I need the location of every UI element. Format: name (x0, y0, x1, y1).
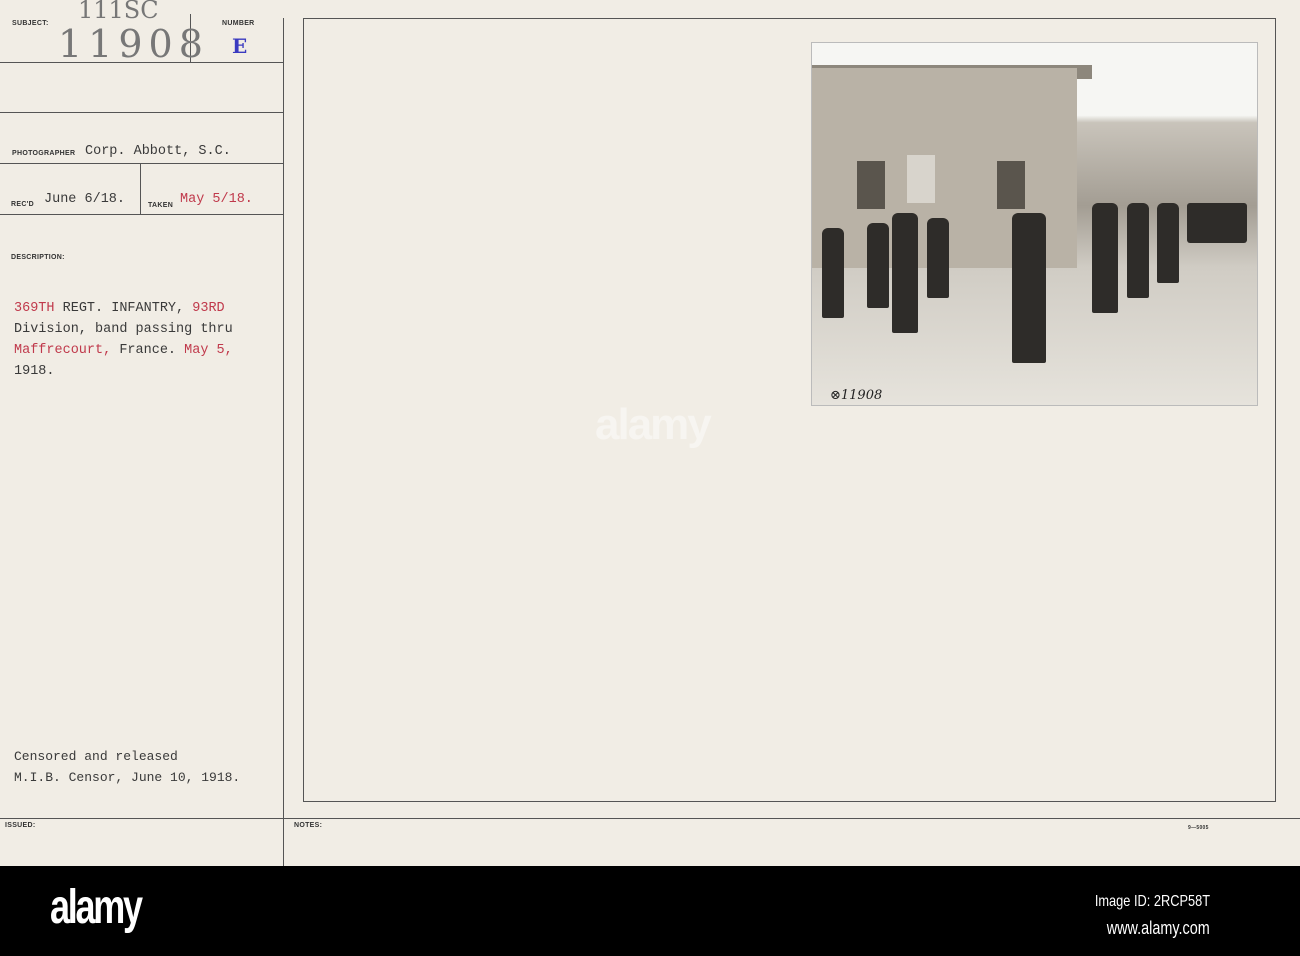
form-number: 9—5005 (1188, 825, 1209, 831)
photo-number: ⊗11908 (830, 388, 883, 403)
desc-regiment: 369TH (14, 301, 55, 316)
divider (0, 163, 283, 164)
subject-handwritten: 111SC (78, 0, 159, 24)
censor-line: Censored and released (14, 749, 178, 764)
mounted-photograph: ⊗11908 (811, 42, 1258, 406)
issued-label: ISSUED: (5, 822, 36, 829)
desc-text: REGT. INFANTRY, (54, 301, 193, 316)
divider (0, 112, 283, 113)
site-url[interactable]: www.alamy.com (1107, 918, 1210, 939)
recd-label: REC'D (11, 201, 34, 208)
censor-line: M.I.B. Censor, June 10, 1918. (14, 770, 241, 785)
photographer-value: Corp. Abbott, S.C. (85, 144, 231, 159)
taken-label: TAKEN (148, 202, 174, 209)
desc-text: France. (111, 343, 185, 358)
column-divider (283, 18, 284, 866)
subject-label: SUBJECT: (12, 20, 49, 27)
footer-bar: alamy Image ID: 2RCP58T www.alamy.com (0, 866, 1300, 956)
taken-value: May 5/18. (180, 192, 253, 207)
recd-value: June 6/18. (44, 192, 126, 207)
desc-line: Division, band passing thru (14, 322, 233, 337)
number-label: NUMBER (222, 20, 255, 27)
photographer-label: PHOTOGRAPHER (12, 150, 76, 157)
image-id: Image ID: 2RCP58T (1094, 893, 1210, 910)
number-value: E (232, 34, 248, 58)
subject-number: 11908 (58, 22, 209, 66)
censor-note: Censored and released M.I.B. Censor, Jun… (14, 746, 240, 788)
desc-line: 1918. (14, 364, 55, 379)
description-label: DESCRIPTION: (11, 254, 65, 261)
archival-photo-card: SUBJECT: 111SC 11908 NUMBER E PHOTOGRAPH… (0, 0, 1300, 866)
watermark: alamy (595, 400, 712, 449)
divider (0, 818, 1300, 819)
desc-division: 93RD (192, 301, 225, 316)
divider (140, 163, 141, 214)
desc-place: Maffrecourt, (14, 343, 112, 358)
divider (0, 214, 283, 215)
notes-label: NOTES: (294, 822, 323, 829)
description-text: 369TH REGT. INFANTRY, 93RD Division, ban… (14, 298, 233, 382)
desc-date: May 5, (184, 343, 233, 358)
alamy-logo: alamy (50, 881, 143, 934)
